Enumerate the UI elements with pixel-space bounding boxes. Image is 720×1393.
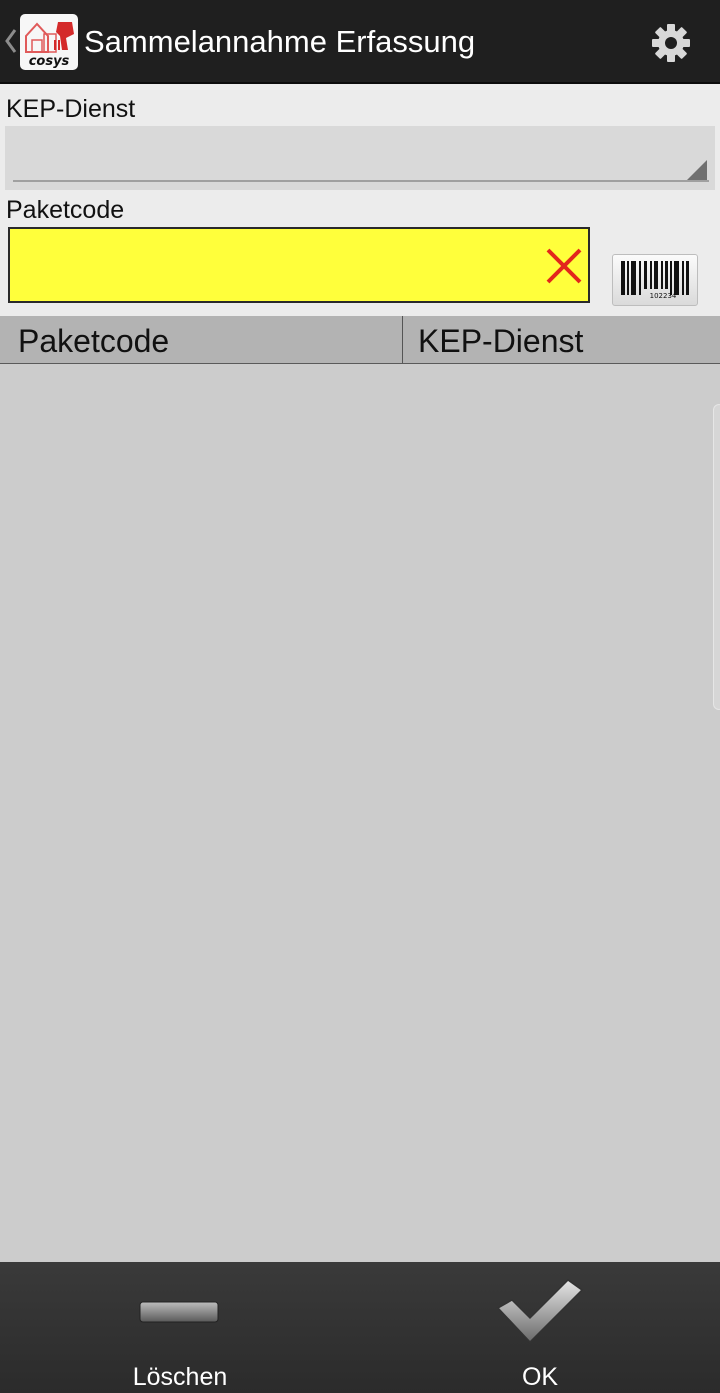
column-header-paketcode[interactable]: Paketcode <box>18 316 169 363</box>
dropdown-arrow-icon <box>687 160 707 180</box>
delete-button[interactable]: Löschen <box>0 1262 360 1393</box>
svg-text:cosys: cosys <box>29 54 70 69</box>
delete-label: Löschen <box>132 1363 228 1391</box>
capture-form: KEP-Dienst Paketcode 102234 <box>0 84 720 316</box>
barcode-icon: 102234 <box>621 261 689 300</box>
barcode-scan-button[interactable]: 102234 <box>612 254 698 306</box>
bottom-action-bar: Löschen OK <box>0 1262 720 1393</box>
table-header: Paketcode KEP-Dienst <box>0 316 720 364</box>
scroll-indicator <box>713 404 720 710</box>
column-header-kep-dienst[interactable]: KEP-Dienst <box>418 316 583 363</box>
gear-icon[interactable] <box>650 22 692 64</box>
dropdown-underline <box>13 180 709 182</box>
ok-label: OK <box>521 1363 559 1391</box>
chevron-left-icon[interactable] <box>4 26 18 56</box>
checkmark-icon <box>496 1279 584 1344</box>
kep-dienst-dropdown[interactable] <box>5 126 715 190</box>
column-divider <box>402 316 403 363</box>
kep-dienst-label: KEP-Dienst <box>6 95 136 123</box>
parcel-list[interactable] <box>0 364 720 1262</box>
svg-text:102234: 102234 <box>650 292 677 300</box>
action-bar: cosys Sammelannahme Erfassung <box>0 0 720 84</box>
ok-button[interactable]: OK <box>360 1262 720 1393</box>
close-icon[interactable] <box>542 244 586 288</box>
paketcode-input[interactable] <box>8 227 590 303</box>
minus-icon <box>139 1301 219 1323</box>
app-logo[interactable]: cosys <box>20 14 78 70</box>
page-title: Sammelannahme Erfassung <box>84 24 476 59</box>
paketcode-label: Paketcode <box>6 196 125 224</box>
